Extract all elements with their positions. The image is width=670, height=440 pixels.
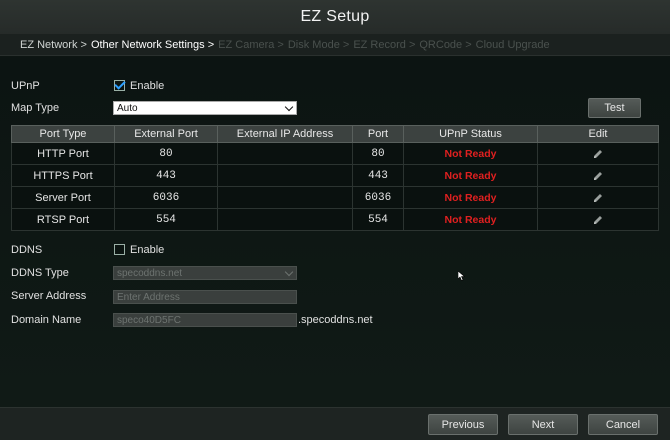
external-ip-cell bbox=[217, 142, 353, 165]
port-type-cell: Server Port bbox=[11, 186, 115, 209]
test-button[interactable]: Test bbox=[588, 98, 641, 118]
ddns-type-select[interactable]: specoddns.net bbox=[113, 266, 297, 280]
column-header-external-ip: External IP Address bbox=[217, 125, 353, 143]
ddns-enable-checkbox[interactable] bbox=[114, 244, 125, 255]
port-type-cell: HTTPS Port bbox=[11, 164, 115, 187]
port-type-cell: RTSP Port bbox=[11, 208, 115, 231]
external-port-cell: 6036 bbox=[114, 186, 218, 209]
step-ez-network[interactable]: EZ Network > bbox=[20, 39, 87, 51]
port-cell: 80 bbox=[352, 142, 404, 165]
footer-bar: Previous Next Cancel bbox=[0, 407, 670, 440]
mouse-cursor-icon bbox=[458, 271, 466, 281]
title-bar: EZ Setup bbox=[0, 0, 670, 35]
domain-suffix: .specoddns.net bbox=[298, 314, 373, 326]
edit-cell bbox=[537, 186, 659, 209]
external-port-cell: 443 bbox=[114, 164, 218, 187]
settings-panel: UPnP Enable Map Type Auto Test Port Type… bbox=[0, 57, 670, 407]
edit-cell bbox=[537, 142, 659, 165]
step-ez-camera: EZ Camera > bbox=[218, 38, 284, 51]
chevron-down-icon bbox=[284, 267, 294, 277]
port-type-cell: HTTP Port bbox=[11, 142, 115, 165]
port-cell: 554 bbox=[352, 208, 404, 231]
setup-steps-breadcrumb: EZ Network > Other Network Settings > EZ… bbox=[0, 34, 670, 56]
ddns-type-value: specoddns.net bbox=[117, 267, 183, 279]
external-port-cell: 80 bbox=[114, 142, 218, 165]
column-header-edit: Edit bbox=[537, 125, 659, 143]
external-ip-cell bbox=[217, 186, 353, 209]
upnp-status-cell: Not Ready bbox=[403, 142, 538, 165]
window-title: EZ Setup bbox=[300, 8, 370, 25]
pencil-icon[interactable] bbox=[592, 214, 604, 226]
pencil-icon[interactable] bbox=[592, 170, 604, 182]
table-row: HTTP Port 80 80 Not Ready bbox=[11, 142, 659, 165]
map-type-value: Auto bbox=[117, 102, 138, 114]
table-row: Server Port 6036 6036 Not Ready bbox=[11, 186, 659, 209]
edit-cell bbox=[537, 164, 659, 187]
next-button[interactable]: Next bbox=[508, 414, 578, 435]
upnp-status-cell: Not Ready bbox=[403, 164, 538, 187]
port-table-header: Port Type External Port External IP Addr… bbox=[11, 125, 659, 143]
ddns-type-label: DDNS Type bbox=[11, 267, 69, 279]
pencil-icon[interactable] bbox=[592, 192, 604, 204]
table-row: HTTPS Port 443 443 Not Ready bbox=[11, 164, 659, 187]
pencil-icon[interactable] bbox=[592, 148, 604, 160]
step-qrcode: QRCode > bbox=[419, 38, 472, 51]
upnp-enable-label: Enable bbox=[130, 80, 165, 92]
map-type-select[interactable]: Auto bbox=[113, 101, 297, 115]
domain-name-value: speco40D5FC bbox=[117, 314, 181, 326]
previous-button[interactable]: Previous bbox=[428, 414, 498, 435]
step-disk-mode: Disk Mode > bbox=[287, 38, 350, 51]
server-address-placeholder: Enter Address bbox=[117, 291, 180, 303]
upnp-enable-checkbox[interactable] bbox=[114, 80, 125, 91]
map-type-label: Map Type bbox=[11, 102, 60, 114]
upnp-status-cell: Not Ready bbox=[403, 186, 538, 209]
port-table: Port Type External Port External IP Addr… bbox=[11, 125, 659, 231]
table-row: RTSP Port 554 554 Not Ready bbox=[11, 208, 659, 231]
upnp-label: UPnP bbox=[11, 80, 40, 92]
upnp-status-cell: Not Ready bbox=[403, 208, 538, 231]
port-cell: 6036 bbox=[352, 186, 404, 209]
column-header-port-type: Port Type bbox=[11, 125, 115, 143]
domain-name-label: Domain Name bbox=[11, 314, 82, 326]
step-ez-record: EZ Record > bbox=[353, 38, 416, 51]
step-other-network-settings[interactable]: Other Network Settings > bbox=[91, 39, 214, 51]
ddns-enable-label: Enable bbox=[130, 244, 165, 256]
chevron-down-icon bbox=[284, 102, 294, 112]
external-ip-cell bbox=[217, 208, 353, 231]
port-cell: 443 bbox=[352, 164, 404, 187]
column-header-upnp-status: UPnP Status bbox=[403, 125, 538, 143]
external-ip-cell bbox=[217, 164, 353, 187]
ddns-label: DDNS bbox=[11, 244, 43, 256]
edit-cell bbox=[537, 208, 659, 231]
external-port-cell: 554 bbox=[114, 208, 218, 231]
step-cloud-upgrade: Cloud Upgrade bbox=[475, 38, 550, 51]
cancel-button[interactable]: Cancel bbox=[588, 414, 658, 435]
domain-name-input[interactable]: speco40D5FC bbox=[113, 313, 297, 327]
column-header-external-port: External Port bbox=[114, 125, 218, 143]
column-header-port: Port bbox=[352, 125, 404, 143]
server-address-label: Server Address bbox=[11, 290, 87, 302]
server-address-input[interactable]: Enter Address bbox=[113, 290, 297, 304]
